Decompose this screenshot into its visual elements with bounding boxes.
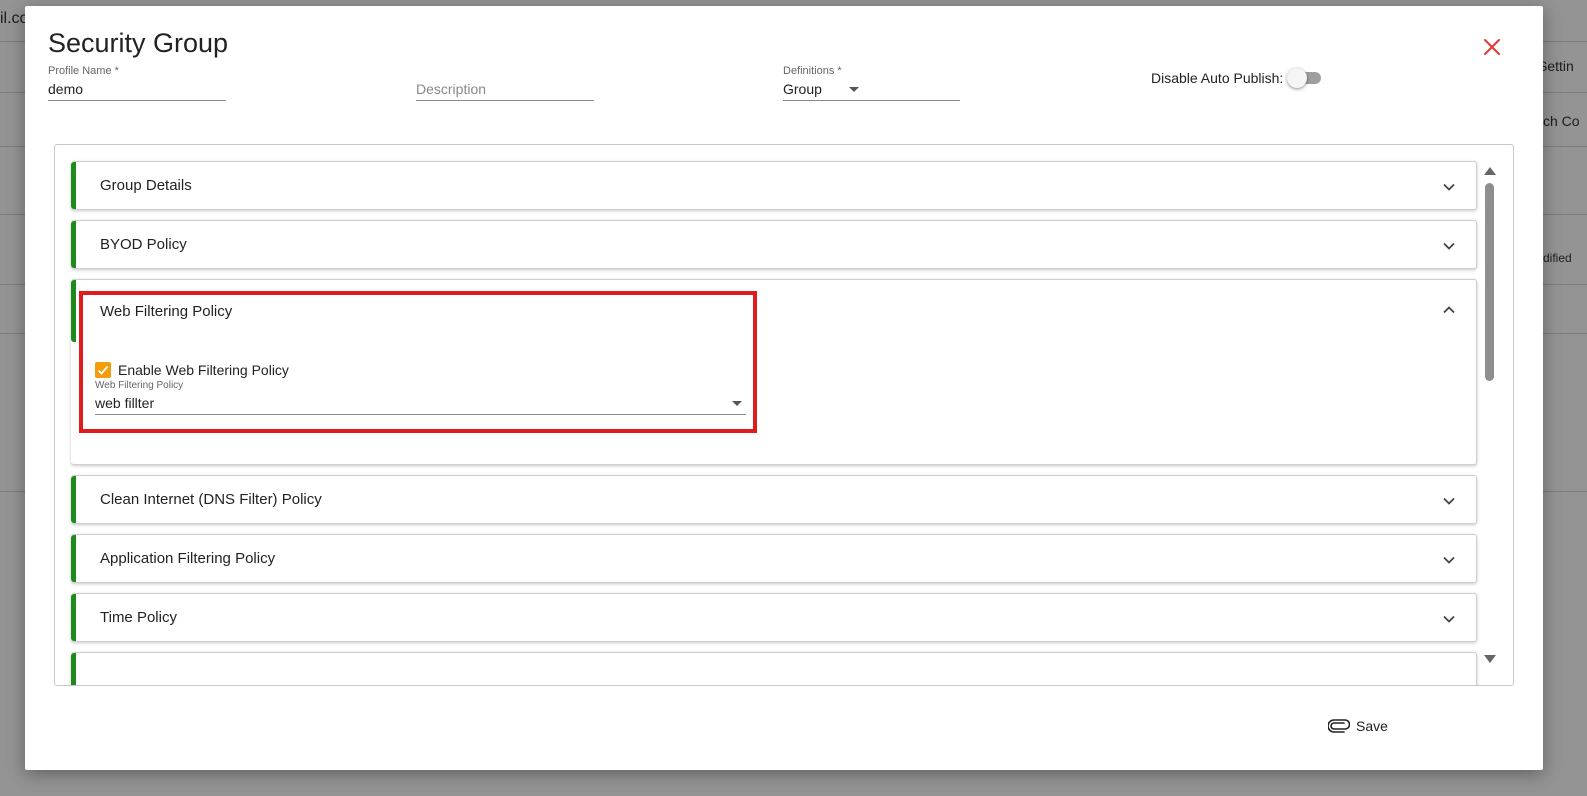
profile-name-label: Profile Name * xyxy=(48,65,119,77)
chevron-down-icon[interactable] xyxy=(1442,239,1456,253)
section-title: Application Filtering Policy xyxy=(100,550,276,567)
chevron-down-icon[interactable] xyxy=(1442,494,1456,508)
profile-name-field[interactable]: Profile Name * demo xyxy=(48,64,226,101)
scrollbar-thumb[interactable] xyxy=(1485,183,1494,381)
chevron-down-icon[interactable] xyxy=(1442,612,1456,626)
auto-publish-control: Disable Auto Publish: xyxy=(1151,68,1322,88)
section-partial[interactable] xyxy=(71,652,1477,685)
section-byod-policy[interactable]: BYOD Policy xyxy=(71,220,1477,269)
highlight-box xyxy=(79,291,757,433)
section-title: Time Policy xyxy=(100,609,177,626)
section-accent xyxy=(71,476,76,523)
auto-publish-label: Disable Auto Publish: xyxy=(1151,70,1284,86)
section-accent xyxy=(71,162,76,209)
policy-accordion: Group Details BYOD Policy Web Filtering … xyxy=(54,144,1514,686)
definitions-select[interactable]: Definitions * Group xyxy=(783,64,960,101)
profile-name-input[interactable]: demo xyxy=(48,78,226,101)
accordion-scrollbar[interactable] xyxy=(1483,167,1497,667)
scroll-up-arrow-icon[interactable] xyxy=(1484,167,1496,175)
chevron-up-icon[interactable] xyxy=(1442,303,1456,317)
save-label: Save xyxy=(1356,718,1388,734)
section-group-details[interactable]: Group Details xyxy=(71,161,1477,210)
paperclip-icon xyxy=(1328,719,1350,733)
section-title: BYOD Policy xyxy=(100,236,187,253)
close-icon xyxy=(1484,39,1500,55)
section-application-filtering-policy[interactable]: Application Filtering Policy xyxy=(71,534,1477,583)
definitions-label: Definitions * xyxy=(783,65,842,77)
section-accent xyxy=(71,280,76,342)
chevron-down-icon xyxy=(849,87,859,92)
section-accent xyxy=(71,221,76,268)
section-time-policy[interactable]: Time Policy xyxy=(71,593,1477,642)
auto-publish-toggle[interactable] xyxy=(1287,68,1322,88)
description-field[interactable]: Description xyxy=(416,64,594,101)
section-accent xyxy=(71,594,76,641)
close-button[interactable] xyxy=(1480,35,1504,59)
security-group-dialog: Security Group Profile Name * demo Descr… xyxy=(25,6,1543,770)
save-button[interactable]: Save xyxy=(1328,718,1388,734)
section-accent xyxy=(71,653,76,685)
chevron-down-icon[interactable] xyxy=(1442,553,1456,567)
section-accent xyxy=(71,535,76,582)
chevron-down-icon[interactable] xyxy=(1442,180,1456,194)
scroll-down-arrow-icon[interactable] xyxy=(1484,655,1496,663)
toggle-thumb xyxy=(1287,68,1308,88)
section-title: Clean Internet (DNS Filter) Policy xyxy=(100,491,322,508)
description-input[interactable]: Description xyxy=(416,78,594,101)
section-web-filtering-policy: Web Filtering Policy Enable Web Filterin… xyxy=(71,279,1477,465)
definitions-value: Group xyxy=(783,81,822,97)
section-title: Group Details xyxy=(100,177,192,194)
section-clean-internet-policy[interactable]: Clean Internet (DNS Filter) Policy xyxy=(71,475,1477,524)
dialog-title: Security Group xyxy=(48,28,229,58)
